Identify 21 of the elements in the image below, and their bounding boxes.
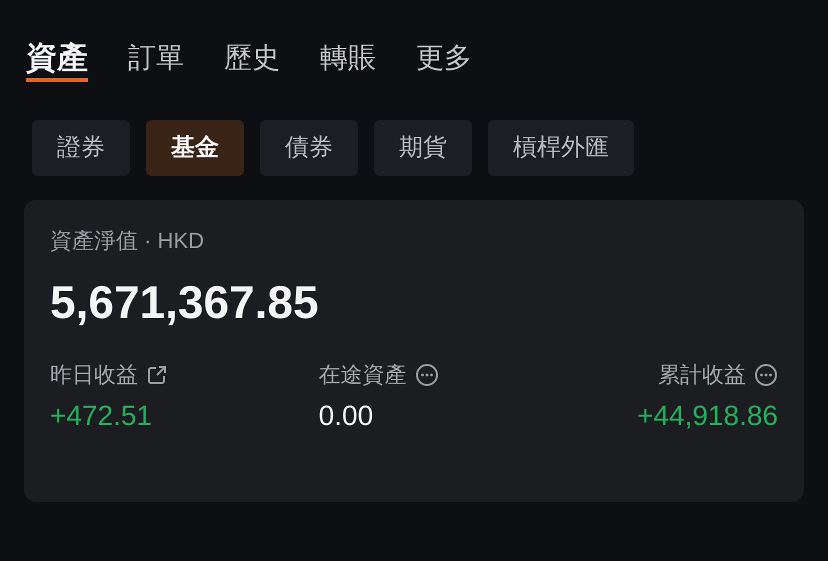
nav-tab[interactable]: 轉賬	[320, 38, 376, 82]
share-icon[interactable]	[146, 364, 168, 386]
category-chip[interactable]: 基金	[146, 120, 244, 176]
more-icon[interactable]	[754, 363, 778, 387]
category-chip[interactable]: 證券	[32, 120, 130, 176]
stat-value: +472.51	[50, 399, 152, 433]
category-chip[interactable]: 債券	[260, 120, 358, 176]
nav-tab[interactable]: 資產	[26, 38, 88, 82]
stat-label: 累計收益	[658, 361, 746, 389]
stat-label: 昨日收益	[50, 361, 138, 389]
stat-value: +44,918.86	[637, 399, 778, 433]
stat-label: 在途資產	[318, 361, 407, 389]
category-chip[interactable]: 槓桿外匯	[488, 120, 634, 176]
net-value: 5,671,367.85	[50, 275, 320, 330]
more-icon[interactable]	[414, 363, 439, 387]
category-chip[interactable]: 期貨	[374, 120, 472, 176]
summary-title: 資產淨值 · HKD	[50, 227, 205, 255]
nav-tab[interactable]: 歷史	[224, 38, 280, 82]
stat-value: 0.00	[318, 399, 374, 433]
nav-tab[interactable]: 訂單	[128, 38, 184, 82]
nav-tab[interactable]: 更多	[416, 38, 472, 82]
